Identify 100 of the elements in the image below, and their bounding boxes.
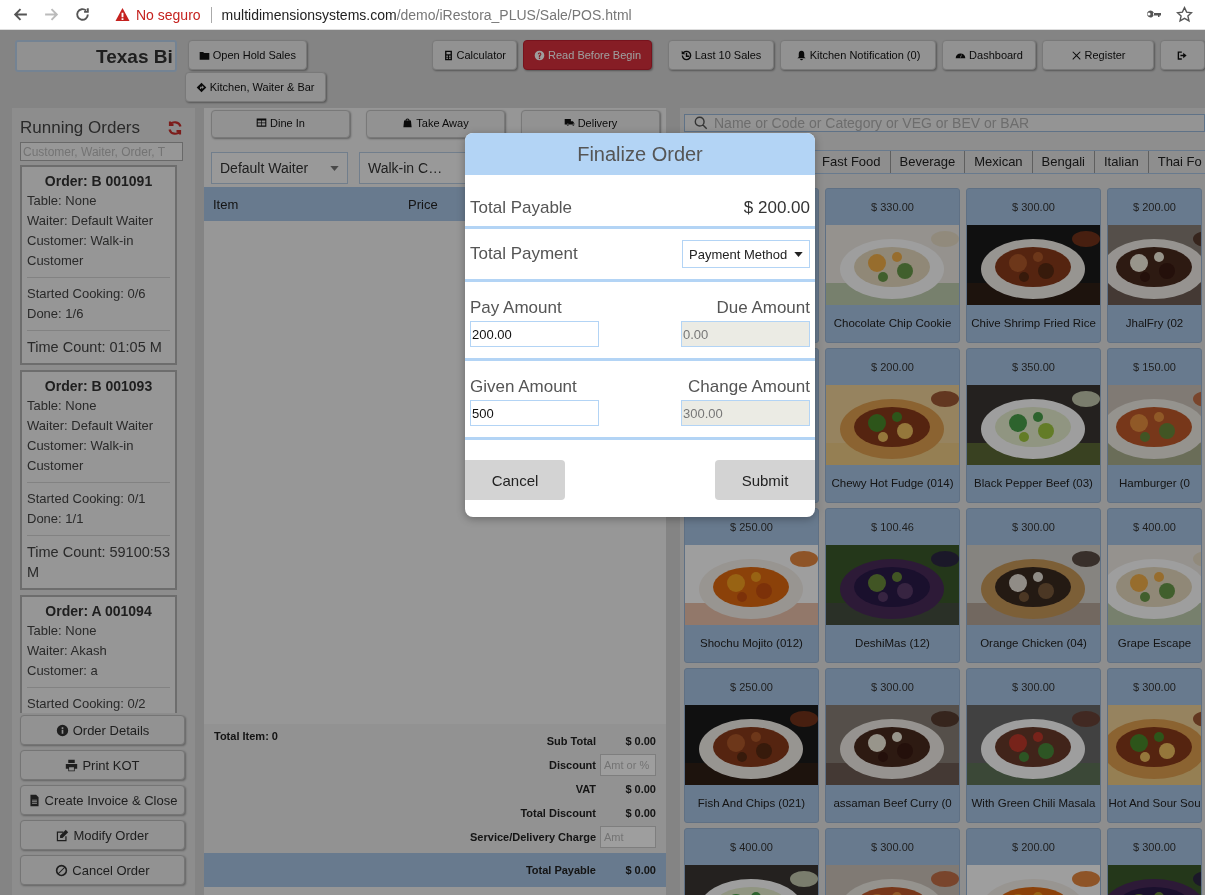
item-price: $ 300.00	[1012, 520, 1055, 535]
item-name: Fish And Chips (021)	[697, 796, 806, 811]
amount-field[interactable]: 500	[470, 400, 599, 426]
item-price: $ 300.00	[1012, 680, 1055, 695]
product-card[interactable]: $ 200.00 JhalFry (02	[1107, 188, 1202, 343]
amount-field[interactable]: 200.00	[470, 321, 599, 347]
product-card[interactable]: $ 200.00 Chewy Hot Fudge (014)	[825, 348, 960, 503]
column-header: Price	[408, 196, 438, 212]
header-button[interactable]: Kitchen Notification (0)	[780, 40, 936, 70]
order-type-button[interactable]: Take Away	[366, 110, 505, 138]
printer-icon	[65, 758, 79, 772]
item-price: $ 100.46	[871, 520, 914, 535]
total-value: $ 0.00	[624, 864, 656, 876]
reload-icon[interactable]	[74, 6, 91, 23]
product-card[interactable]: $ 350.00 Black Pepper Beef (03)	[966, 348, 1101, 503]
star-icon[interactable]	[1176, 6, 1193, 23]
order-detail: Customer: Walk-in Customer	[27, 232, 135, 270]
panel-title: Running Orders	[20, 118, 140, 138]
field-label: Pay Amount	[470, 298, 563, 318]
item-price: $ 350.00	[1012, 360, 1055, 375]
payment-method-dropdown[interactable]: Payment Method	[682, 240, 810, 268]
item-price: $ 300.00	[1012, 200, 1055, 215]
url-text[interactable]: multidimensionsystems.com/demo/iRestora_PLUS/Sale/POS.html	[221, 6, 632, 23]
security-label[interactable]: No seguro	[136, 6, 201, 23]
product-card[interactable]: $ 100.46 DeshiMas (12)	[825, 508, 960, 663]
item-price: $ 400.00	[1133, 520, 1176, 535]
total-items: Total Item: 0	[214, 730, 278, 744]
history-icon	[680, 49, 692, 61]
category-tab[interactable]: Bengali	[1031, 151, 1094, 173]
caret-icon	[330, 165, 339, 171]
product-card[interactable]: $ 300.00 With Green Chili Masala	[966, 668, 1101, 823]
product-card[interactable]: $ 300.00 assaman Beef Curry (0	[825, 668, 960, 823]
product-card[interactable]: $ 250.00 Shochu Mojito (012)	[684, 508, 819, 663]
header-button[interactable]: Dashboard	[942, 40, 1036, 70]
dialog-button[interactable]: Cancel	[465, 460, 565, 500]
product-card[interactable]: $ 300.00	[1107, 828, 1202, 895]
category-tab[interactable]: Mexican	[964, 151, 1032, 173]
item-price: $ 300.00	[871, 680, 914, 695]
product-card[interactable]: $ 300.00 Hot And Sour Sou	[1107, 668, 1202, 823]
order-action-button[interactable]: Order Details	[20, 715, 185, 745]
order-action-button[interactable]: Cancel Order	[20, 855, 185, 885]
document-icon	[27, 793, 41, 807]
order-detail: Table: None	[27, 397, 98, 415]
field-label: Total Payable	[470, 198, 573, 218]
order-detail: Table: None	[27, 192, 98, 210]
total-label: Total Payable	[525, 864, 596, 876]
product-card[interactable]: $ 200.00	[966, 828, 1101, 895]
order-detail: Customer: Walk-in Customer	[27, 437, 135, 475]
refresh-icon[interactable]	[167, 120, 183, 136]
header-button[interactable]: Last 10 Sales	[668, 40, 774, 70]
product-card[interactable]: $ 150.00 Hamburger (0	[1107, 348, 1202, 503]
item-price: $ 400.00	[730, 840, 773, 855]
order-title: Order: B 001093	[43, 377, 154, 396]
calculator-icon	[442, 49, 454, 61]
category-tab[interactable]: Beverage	[889, 151, 965, 173]
order-time: Time Count: 59100:53 M	[27, 543, 170, 582]
order-card[interactable]: Order: B 001093 Table: None Waiter: Default Waiter Customer: Walk-in Customer Started Cooking: 0/1 Done: 1/1 Time Count: 59100:53 M	[20, 370, 177, 590]
order-card[interactable]: Order: A 001094 Table: None Waiter: Akash Customer: a Started Cooking: 0/2	[20, 595, 177, 713]
folder-icon	[198, 49, 210, 61]
header-button[interactable]: Kitchen, Waiter & Bar	[184, 72, 326, 102]
product-card[interactable]: $ 250.00 Fish And Chips (021)	[684, 668, 819, 823]
header-button[interactable]: Open Hold Sales	[187, 40, 307, 70]
category-tab[interactable]: Thai Fo	[1147, 151, 1205, 173]
item-name: Chewy Hot Fudge (014)	[831, 476, 954, 491]
dropdown[interactable]: Default Waiter	[211, 152, 348, 184]
product-card[interactable]: $ 300.00 Orange Chicken (04)	[966, 508, 1101, 663]
logout-icon	[1177, 49, 1188, 61]
outlet-name-field[interactable]: Texas Bi	[15, 40, 177, 72]
dialog-button[interactable]: Submit	[715, 460, 815, 500]
question-icon	[534, 49, 546, 61]
category-tab[interactable]: Italian	[1094, 151, 1148, 173]
logout-button[interactable]	[1160, 40, 1205, 70]
item-price: $ 300.00	[1133, 840, 1176, 855]
product-card[interactable]: $ 400.00 Grape Escape	[1107, 508, 1202, 663]
total-label: Service/Delivery Charge	[470, 831, 596, 843]
order-action-button[interactable]: Modify Order	[20, 820, 185, 850]
order-time: Time Count: 01:05 M	[27, 338, 163, 357]
product-card[interactable]: $ 330.00 Chocolate Chip Cookie	[825, 188, 960, 343]
order-action-button[interactable]: Create Invoice & Close	[20, 785, 185, 815]
item-price: $ 200.00	[1012, 840, 1055, 855]
item-price: $ 300.00	[1133, 680, 1176, 695]
product-card[interactable]: $ 300.00	[825, 828, 960, 895]
item-name: Hamburger (0	[1119, 476, 1190, 491]
order-card[interactable]: Order: B 001091 Table: None Waiter: Default Waiter Customer: Walk-in Customer Started Cooking: 0/6 Done: 1/6 Time Count: 01:05 M	[20, 165, 177, 365]
product-card[interactable]: $ 300.00 Chive Shrimp Fried Rice	[966, 188, 1101, 343]
total-payable-amount: $ 200.00	[743, 198, 810, 218]
order-action-button[interactable]: Print KOT	[20, 750, 185, 780]
bell-icon	[795, 49, 807, 61]
product-card[interactable]: $ 400.00	[684, 828, 819, 895]
header-button[interactable]: Register	[1042, 40, 1154, 70]
back-icon[interactable]	[12, 6, 29, 23]
order-detail: Waiter: Default Waiter	[27, 417, 155, 435]
order-type-button[interactable]: Dine In	[211, 110, 350, 138]
item-price: $ 330.00	[871, 200, 914, 215]
order-status-text: Started Cooking: 0/6	[27, 285, 147, 303]
field-label: Total Payment	[470, 244, 578, 264]
header-button[interactable]: Read Before Begin	[523, 40, 652, 70]
field-label: Given Amount	[470, 377, 578, 397]
header-button[interactable]: Calculator	[431, 40, 518, 70]
order-status-text: Done: 1/1	[27, 510, 85, 528]
